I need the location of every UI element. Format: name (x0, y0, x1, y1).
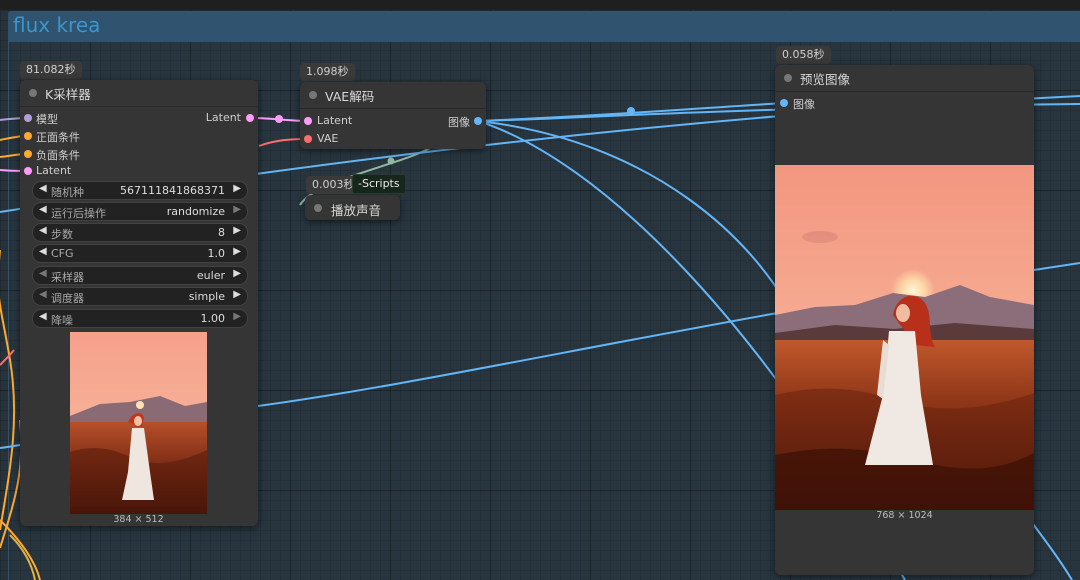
negative-input-slot[interactable] (24, 150, 32, 158)
increment-icon[interactable]: ▶ (233, 246, 241, 257)
decrement-icon[interactable]: ◀ (39, 246, 47, 257)
preview-title: 预览图像 (800, 72, 851, 87)
collapse-dot[interactable] (314, 204, 322, 212)
increment-icon[interactable]: ▶ (233, 311, 241, 322)
collapse-dot[interactable] (29, 89, 37, 97)
steps-widget[interactable]: ◀ 步数 8 ▶ (32, 223, 248, 242)
play-sound-title: 播放声音 (331, 203, 382, 218)
pink-link (0, 349, 15, 366)
widget-value: 1.0 (207, 246, 226, 260)
vae-decode-node[interactable]: VAE解码 Latent VAE 图像 (300, 82, 486, 149)
control-after-generate-widget[interactable]: ◀ 运行后操作 randomize ▶ (32, 202, 248, 221)
widget-label: 步数 (51, 227, 73, 241)
negative-input-label: 负面条件 (36, 149, 80, 162)
seed-widget[interactable]: ◀ 随机种 567111841868371 ▶ (32, 181, 248, 200)
image-output-label: 图像 (448, 116, 470, 129)
scheduler-widget[interactable]: ◀ 调度器 simple ▶ (32, 287, 248, 306)
sampler-exec-time: 81.082秒 (20, 61, 82, 79)
image-output-slot[interactable] (474, 117, 482, 125)
image-link (0, 444, 21, 449)
image-input-slot[interactable] (780, 99, 788, 107)
latent-input-label: Latent (36, 164, 72, 177)
latent-input-slot[interactable] (304, 117, 312, 125)
model-input-label: 模型 (36, 113, 58, 126)
model-input-slot[interactable] (24, 114, 32, 122)
decrement-icon[interactable]: ◀ (39, 289, 47, 300)
widget-value: 567111841868371 (120, 183, 225, 197)
conditioning-link (0, 419, 23, 549)
conditioning-link (0, 250, 16, 531)
preview-exec-time: 0.058秒 (776, 46, 831, 64)
preview-output-image (775, 165, 1034, 510)
play-sound-node[interactable]: 播放声音 (305, 195, 400, 220)
sampler-preview-image (70, 332, 207, 514)
widget-value: simple (188, 289, 225, 303)
latent-input-label: Latent (317, 114, 353, 127)
denoise-widget[interactable]: ◀ 降噪 1.00 ▶ (32, 309, 248, 328)
positive-input-slot[interactable] (24, 132, 32, 140)
collapse-dot[interactable] (784, 74, 792, 82)
increment-icon[interactable]: ▶ (233, 289, 241, 300)
widget-label: 降噪 (51, 313, 73, 327)
widget-value: 8 (218, 225, 225, 239)
link-midpoint (627, 107, 635, 115)
widget-label: 调度器 (51, 291, 84, 305)
widget-value: euler (196, 268, 225, 282)
increment-icon[interactable]: ▶ (233, 268, 241, 279)
decrement-icon[interactable]: ◀ (39, 204, 47, 215)
widget-label: CFG (51, 246, 74, 260)
latent-output-slot[interactable] (246, 114, 254, 122)
increment-icon[interactable]: ▶ (233, 183, 241, 194)
increment-icon[interactable]: ▶ (233, 225, 241, 236)
ksampler-title-bar[interactable]: K采样器 (20, 80, 258, 107)
latent-input-slot[interactable] (24, 167, 32, 175)
decrement-icon[interactable]: ◀ (39, 268, 47, 279)
link-midpoint (275, 115, 283, 123)
widget-value: 1.00 (200, 311, 226, 325)
decrement-icon[interactable]: ◀ (39, 183, 47, 194)
ksampler-title: K采样器 (45, 87, 91, 102)
sampler-image-size: 384 × 512 (113, 514, 164, 525)
widget-label: 采样器 (51, 270, 84, 284)
sampler-name-widget[interactable]: ◀ 采样器 euler ▶ (32, 266, 248, 285)
vae-exec-time: 1.098秒 (300, 63, 355, 81)
preview-image-node[interactable]: 预览图像 图像 768 × 1024 (775, 65, 1034, 575)
widget-value: randomize (166, 204, 225, 218)
preview-title-bar[interactable]: 预览图像 (775, 65, 1034, 92)
widget-label: 随机种 (51, 185, 84, 199)
vae-input-label: VAE (317, 132, 339, 145)
cfg-widget[interactable]: ◀ CFG 1.0 ▶ (32, 244, 248, 263)
vae-title-bar[interactable]: VAE解码 (300, 82, 486, 109)
increment-icon[interactable]: ▶ (233, 204, 241, 215)
collapse-dot[interactable] (309, 91, 317, 99)
preview-image-size: 768 × 1024 (876, 510, 933, 521)
decrement-icon[interactable]: ◀ (39, 225, 47, 236)
vae-title: VAE解码 (325, 89, 375, 104)
link-midpoint (387, 157, 395, 165)
scripts-tooltip: -Scripts (352, 174, 406, 194)
widget-label: 运行后操作 (51, 206, 106, 220)
graph-canvas[interactable]: flux krea 81.082秒 K采样器 模型 正面条件 负面条件 Late… (0, 0, 1080, 580)
image-input-label: 图像 (793, 98, 815, 111)
decrement-icon[interactable]: ◀ (39, 311, 47, 322)
latent-output-label: Latent (205, 111, 241, 124)
ksampler-node[interactable]: K采样器 模型 正面条件 负面条件 Latent Latent ◀ 随机种 56… (20, 80, 258, 526)
image-link (1029, 519, 1073, 580)
positive-input-label: 正面条件 (36, 131, 80, 144)
vae-input-slot[interactable] (304, 135, 312, 143)
